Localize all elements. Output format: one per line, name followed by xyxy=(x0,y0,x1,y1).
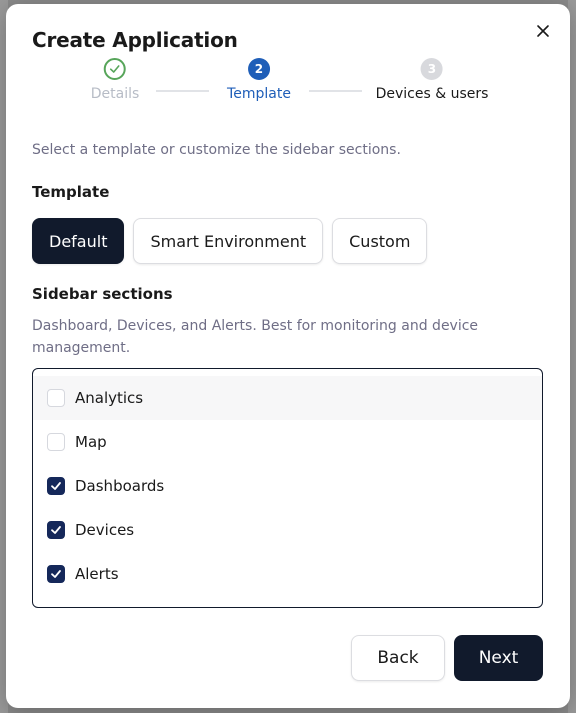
create-application-modal: Create Application Details 2 Template 3 … xyxy=(6,4,570,708)
sidebar-sections-label: Sidebar sections xyxy=(32,285,173,303)
list-item-devices[interactable]: Devices xyxy=(33,508,542,552)
list-item-dashboards[interactable]: Dashboards xyxy=(33,464,542,508)
checkbox-checked[interactable] xyxy=(47,565,65,583)
list-item-label: Map xyxy=(75,433,107,451)
list-item-alerts[interactable]: Alerts xyxy=(33,552,542,596)
list-item-label: Dashboards xyxy=(75,477,165,495)
step-number: 3 xyxy=(420,58,443,80)
list-item-label: Analytics xyxy=(75,389,144,407)
template-options: Default Smart Environment Custom xyxy=(32,218,428,264)
check-icon xyxy=(51,526,61,534)
close-icon xyxy=(537,25,549,37)
list-item-label: Alerts xyxy=(75,565,119,583)
close-button[interactable] xyxy=(532,20,554,42)
step-label: Devices & users xyxy=(375,86,489,102)
template-label: Template xyxy=(32,183,110,201)
stepper-connector xyxy=(309,90,362,92)
step-details[interactable]: Details xyxy=(90,58,140,102)
step-template[interactable]: 2 Template xyxy=(227,58,291,102)
list-item-analytics[interactable]: Analytics xyxy=(33,376,542,420)
stepper-connector xyxy=(156,90,209,92)
sidebar-description: Dashboard, Devices, and Alerts. Best for… xyxy=(32,318,479,356)
next-button[interactable]: Next xyxy=(454,635,543,681)
template-default-button[interactable]: Default xyxy=(32,218,125,264)
stepper: Details 2 Template 3 Devices & users xyxy=(6,58,570,114)
checkbox-checked[interactable] xyxy=(47,477,65,495)
step-label: Template xyxy=(227,86,291,102)
step-number: 2 xyxy=(247,58,270,80)
checkbox[interactable] xyxy=(47,433,65,451)
checkbox[interactable] xyxy=(47,389,65,407)
list-item-map[interactable]: Map xyxy=(33,420,542,464)
list-item-label: Devices xyxy=(75,521,135,539)
check-icon xyxy=(51,482,61,490)
step-devices-users[interactable]: 3 Devices & users xyxy=(375,58,489,102)
check-icon xyxy=(110,65,120,73)
sidebar-sections-list: Analytics Map Dashboards Devices Alerts xyxy=(32,368,543,608)
check-icon xyxy=(51,570,61,578)
back-button[interactable]: Back xyxy=(351,635,445,681)
modal-title: Create Application xyxy=(32,28,238,52)
checkbox-checked[interactable] xyxy=(47,521,65,539)
step-label: Details xyxy=(90,86,140,102)
hint-text: Select a template or customize the sideb… xyxy=(32,142,401,158)
template-smart-environment-button[interactable]: Smart Environment xyxy=(133,218,324,264)
template-custom-button[interactable]: Custom xyxy=(332,218,428,264)
step-circle-done xyxy=(103,58,126,80)
